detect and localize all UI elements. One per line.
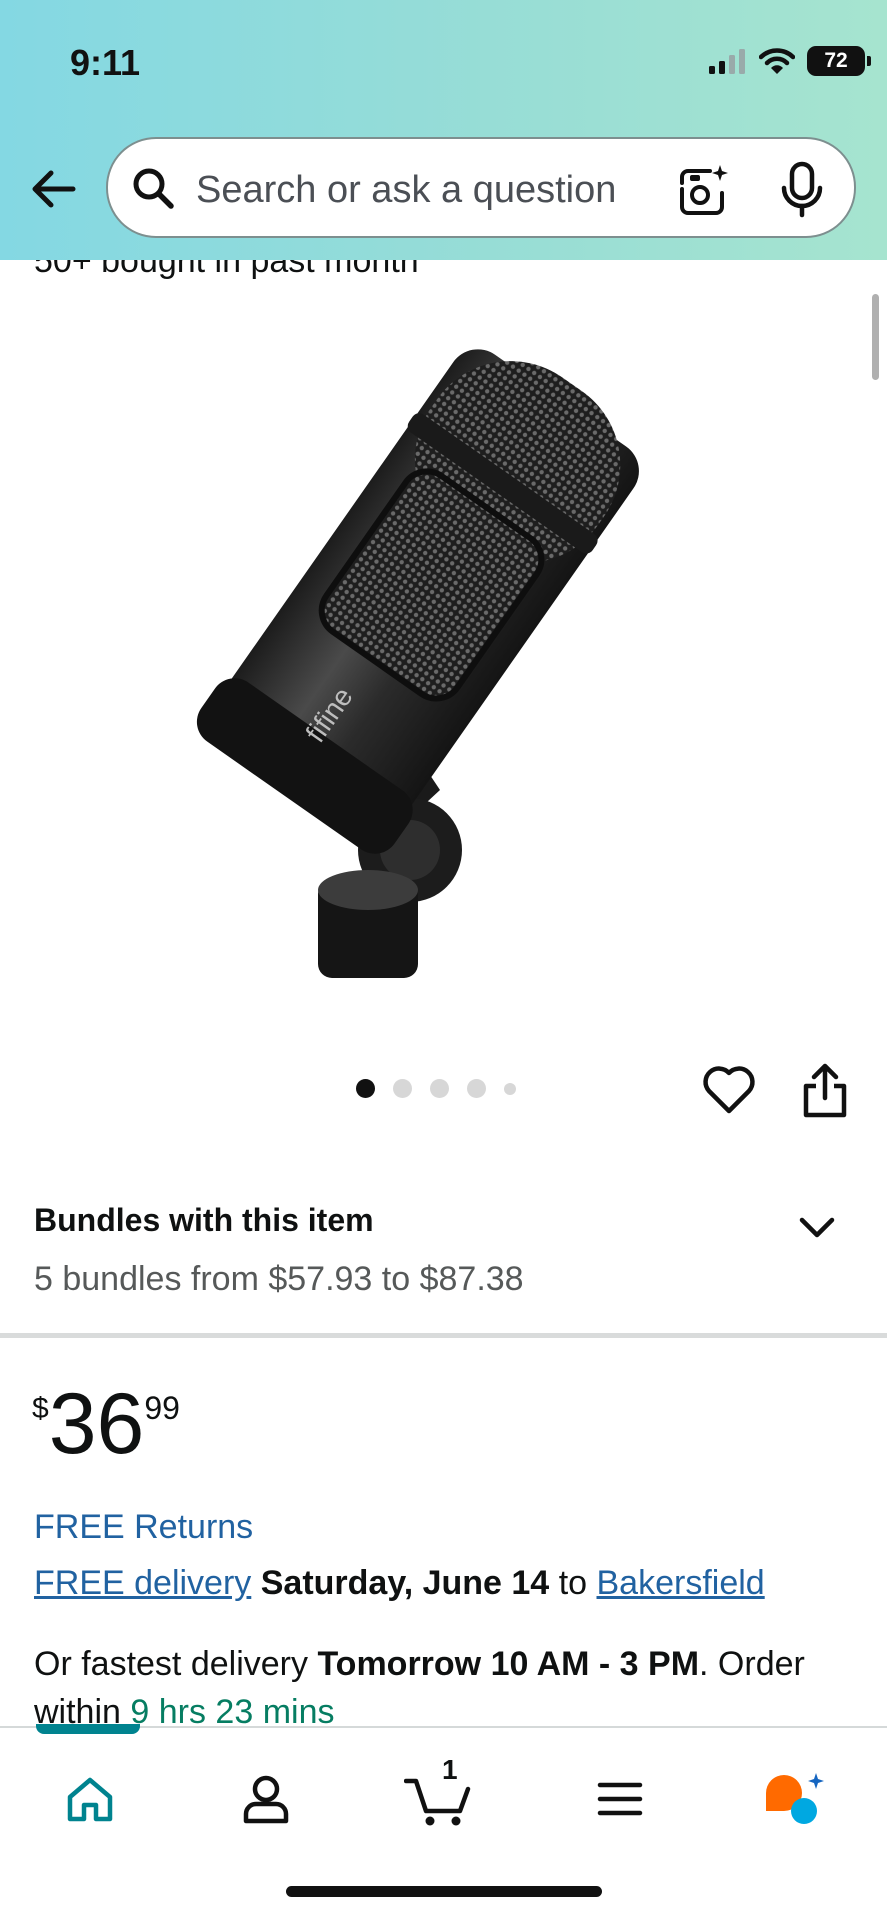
home-icon [67,1777,113,1822]
carousel-dot[interactable] [504,1082,516,1095]
status-icons: 72 [707,46,871,76]
delivery-to-text: to [558,1564,588,1602]
price-whole: 36 [48,1376,145,1472]
top-header: 9:11 72 Search or ask a question [0,0,887,260]
wifi-icon [759,48,795,74]
section-divider [0,1333,887,1338]
nav-home[interactable] [60,1764,120,1834]
search-input[interactable]: Search or ask a question [196,169,616,212]
carousel-dot[interactable] [467,1079,486,1098]
nav-menu[interactable] [590,1764,650,1834]
mic-body: fifine [196,349,639,854]
carousel-dot[interactable] [356,1079,375,1098]
cellular-signal-icon [709,49,745,74]
price-currency: $ [32,1392,49,1425]
nav-account[interactable] [236,1764,296,1834]
home-indicator[interactable] [286,1886,602,1897]
price: $ 36 99 [32,1380,180,1468]
share-icon[interactable] [800,1062,850,1120]
chevron-down-icon[interactable] [796,1212,838,1242]
price-fraction: 99 [144,1390,180,1426]
bundles-section[interactable]: Bundles with this item 5 bundles from $5… [0,1180,887,1330]
bundles-subtitle: 5 bundles from $57.93 to $87.38 [34,1260,524,1298]
fastest-window: Tomorrow 10 AM - 3 PM [317,1645,700,1683]
delivery-date: Saturday, June 14 [260,1564,550,1602]
carousel-dot[interactable] [393,1079,412,1098]
bundles-title: Bundles with this item [34,1202,374,1238]
wishlist-heart-icon[interactable] [702,1064,756,1116]
image-carousel-dots[interactable] [356,1079,516,1098]
delivery-line: FREE delivery Saturday, June 14 to Baker… [34,1564,765,1603]
cart-count-badge: 1 [442,1754,458,1785]
carousel-dot[interactable] [430,1079,449,1098]
free-delivery-link[interactable]: FREE delivery [34,1564,251,1602]
page-scrollbar[interactable] [872,294,879,380]
fastest-delivery-text: Or fastest delivery Tomorrow 10 AM - 3 P… [34,1640,864,1736]
status-time: 9:11 [70,42,141,83]
delivery-location-link[interactable]: Bakersfield [597,1564,765,1602]
back-arrow-icon [32,170,76,208]
product-image[interactable]: fifine [170,290,730,1010]
free-returns-link[interactable]: FREE Returns [34,1508,253,1547]
battery-indicator: 72 [807,46,871,76]
nav-rufus-assistant[interactable] [760,1764,830,1834]
menu-icon [597,1782,643,1816]
search-bar[interactable]: Search or ask a question [106,137,856,238]
camera-search-icon[interactable] [676,163,730,217]
back-button[interactable] [26,166,80,212]
microphone-icon[interactable] [778,161,826,219]
search-icon [133,168,174,209]
nav-cart[interactable] [404,1764,474,1834]
active-tab-indicator [36,1724,140,1734]
account-icon [243,1775,289,1824]
fastest-prefix: Or fastest delivery [34,1645,308,1683]
cart-icon [404,1778,471,1826]
rufus-icon [766,1773,824,1824]
